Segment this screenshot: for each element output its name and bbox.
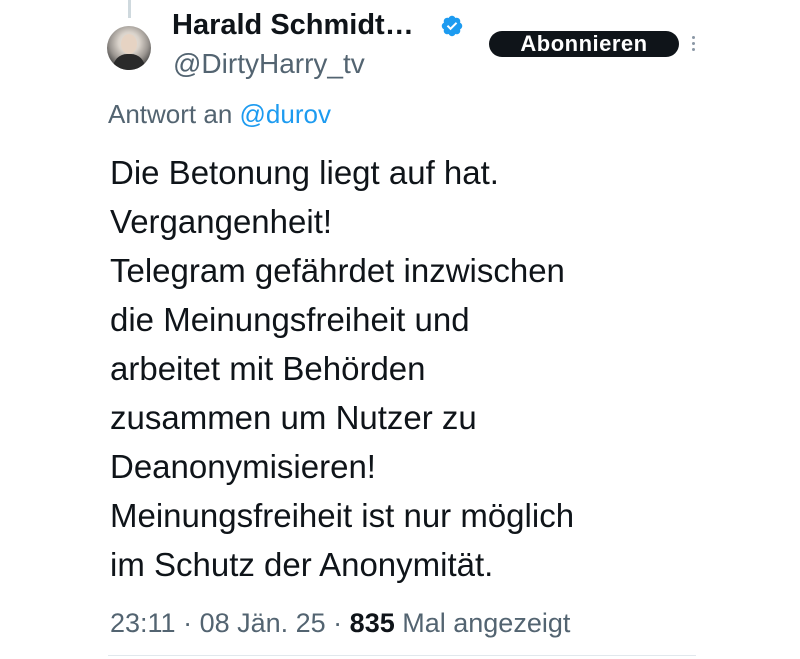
meta-separator: · [325,608,350,638]
subscribe-button[interactable]: Abonnieren [489,31,679,57]
more-options-icon[interactable] [692,36,696,54]
tweet-text: Die Betonung liegt auf hat. Vergangenhei… [110,154,575,583]
views-label: Mal angezeigt [402,608,571,638]
tweet-time[interactable]: 23:11 [110,608,176,638]
reply-to-line: Antwort an @durov [108,99,331,130]
author-display-name[interactable]: Harald Schmidt… [172,9,414,42]
avatar-face [121,34,137,54]
meta-separator: · [175,608,200,638]
tweet-meta: 23:11 · 08 Jän. 25 · 835 Mal angezeigt [110,608,570,639]
reply-to-mention-link[interactable]: @durov [240,99,331,129]
thread-connector-line [128,0,131,18]
author-handle[interactable]: @DirtyHarry_tv [173,48,365,80]
views-count: 835 [349,608,395,638]
divider [108,655,696,656]
avatar-suit [113,54,145,70]
avatar[interactable] [107,26,151,70]
tweet-date[interactable]: 08 Jän. 25 [200,608,326,638]
verified-badge-icon [441,15,463,37]
reply-to-prefix: Antwort an [108,99,233,129]
